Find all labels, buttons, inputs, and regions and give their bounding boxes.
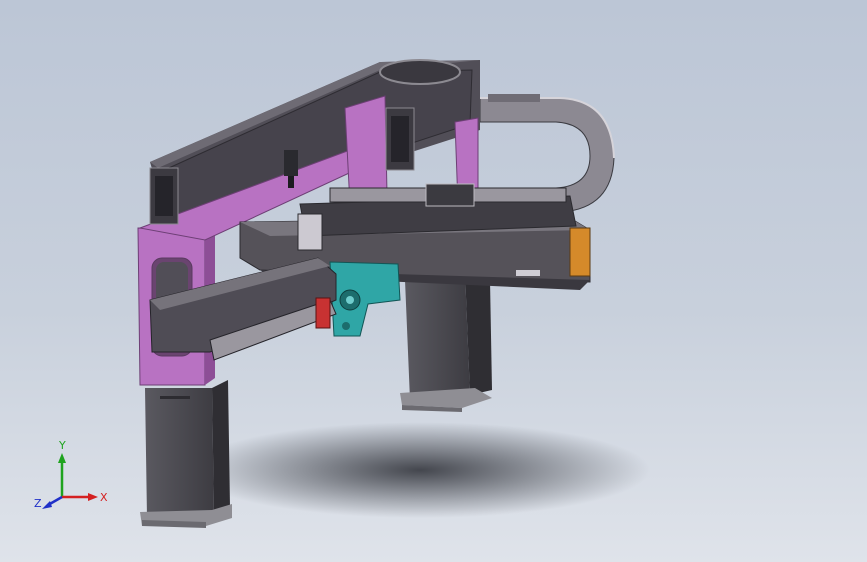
cad-viewport[interactable]: Y X Z — [0, 0, 867, 562]
y-axis-label: Y — [58, 439, 66, 452]
z-axis-carriage[interactable] — [329, 261, 401, 337]
beam-bearing-housing — [379, 59, 461, 85]
x-axis-label: X — [100, 491, 108, 504]
beam-end-left — [149, 167, 179, 225]
right-column[interactable] — [400, 272, 492, 412]
coordinate-triad[interactable]: Y X Z — [34, 439, 108, 510]
floor-shadow — [190, 422, 650, 518]
y-axis-arrowhead — [58, 453, 66, 463]
x-axis-arrowhead — [88, 493, 98, 501]
beam-end-right — [385, 107, 415, 171]
gantry-model[interactable]: Y X Z — [0, 0, 867, 562]
left-column[interactable] — [140, 380, 232, 528]
z-axis-label: Z — [34, 497, 42, 510]
